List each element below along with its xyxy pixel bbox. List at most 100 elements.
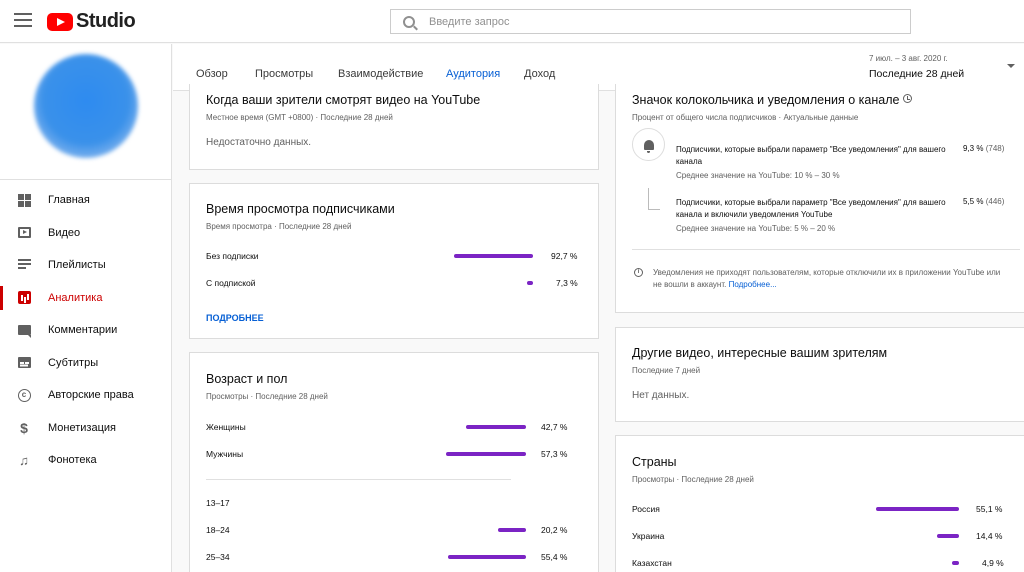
channel-area [0, 44, 171, 180]
row-value: 14,4 % [976, 531, 1003, 541]
row-value: 55,4 % [541, 552, 568, 562]
row-bar [454, 254, 533, 258]
list-item: Казахстан 4,9 % [632, 558, 1012, 570]
sidebar: Главная Видео Плейлисты Аналитика Коммен… [0, 44, 172, 572]
card-title: Страны [632, 455, 677, 469]
row-value: 42,7 % [541, 422, 568, 432]
list-item: Россия 55,1 % [632, 504, 1012, 516]
divider [632, 249, 1020, 250]
music-library-icon: ♫ [19, 452, 29, 468]
info-icon: i [634, 268, 643, 277]
card-title: Возраст и пол [206, 372, 288, 386]
channel-avatar[interactable] [34, 54, 138, 158]
sidebar-item-audio-library[interactable]: ♫ Фонотека [0, 444, 171, 477]
row-label: Украина [632, 531, 665, 541]
list-item: Украина 14,4 % [632, 531, 1012, 543]
sidebar-item-label: Монетизация [48, 421, 116, 434]
row-label: Россия [632, 504, 660, 514]
card-title: Значок колокольчика и уведомления о кана… [632, 93, 900, 107]
row-bar [448, 555, 526, 559]
notification-item: Подписчики, которые выбрали параметр "Вс… [676, 197, 946, 235]
row-value: 55,1 % [976, 504, 1003, 514]
list-item: 13–17 [206, 498, 578, 510]
sidebar-item-label: Главная [48, 194, 90, 207]
notification-pct: 5,5 % [963, 197, 984, 206]
row-bar [951, 561, 959, 565]
card-subtitle: Просмотры · Последние 28 дней [632, 475, 754, 484]
row-value: 7,3 % [556, 278, 578, 288]
sidebar-item-monetization[interactable]: $ Монетизация [0, 412, 171, 445]
more-link[interactable]: ПОДРОБНЕЕ [206, 313, 264, 323]
connector-line [648, 188, 660, 210]
bell-notifications-card: Значок колокольчика и уведомления о кана… [615, 84, 1024, 313]
age-gender-card: Возраст и пол Просмотры · Последние 28 д… [189, 352, 599, 572]
row-label: Без подписки [206, 251, 259, 261]
search-box[interactable] [390, 9, 911, 34]
card-subtitle: Последние 7 дней [632, 366, 701, 375]
search-input[interactable] [429, 15, 869, 28]
menu-icon[interactable] [14, 13, 32, 27]
top-bar: Studio [0, 0, 1024, 43]
row-bar [466, 425, 526, 429]
logo-text: Studio [76, 10, 136, 32]
bell-icon [643, 139, 654, 153]
sidebar-item-label: Субтитры [48, 356, 99, 369]
notification-value: 5,5 % (446) [963, 197, 1004, 206]
youtube-logo-icon [47, 12, 73, 31]
row-label: Мужчины [206, 449, 244, 459]
empty-message: Недостаточно данных. [206, 137, 312, 148]
notification-pct: 9,3 % [963, 144, 984, 153]
clock-icon[interactable] [903, 94, 913, 103]
list-item: 25–34 55,4 % [206, 552, 578, 564]
notification-average: Среднее значение на YouTube: 10 % – 30 % [676, 171, 840, 180]
sidebar-item-label: Фонотека [48, 454, 97, 467]
sidebar-item-dashboard[interactable]: Главная [0, 184, 171, 217]
row-value: 20,2 % [541, 525, 568, 535]
card-subtitle: Просмотры · Последние 28 дней [206, 392, 328, 401]
sidebar-item-analytics[interactable]: Аналитика [0, 282, 171, 315]
empty-message: Нет данных. [632, 390, 690, 401]
studio-logo[interactable]: Studio [47, 10, 136, 33]
list-item: Женщины 42,7 % [206, 422, 578, 434]
date-range-dates: 7 июл. – 3 авг. 2020 г. [869, 54, 948, 63]
list-item: Без подписки 92,7 % [206, 251, 578, 263]
chevron-down-icon[interactable] [1007, 64, 1015, 68]
sidebar-nav: Главная Видео Плейлисты Аналитика Коммен… [0, 180, 171, 477]
date-range-picker[interactable]: 7 июл. – 3 авг. 2020 г. Последние 28 дне… [869, 54, 964, 80]
sidebar-item-playlists[interactable]: Плейлисты [0, 249, 171, 282]
note-more-link[interactable]: Подробнее... [729, 280, 777, 289]
analytics-icon [17, 291, 31, 305]
card-title: Другие видео, интересные вашим зрителям [632, 346, 888, 360]
row-value: 57,3 % [541, 449, 568, 459]
card-title-row: Значок колокольчика и уведомления о кана… [632, 93, 913, 107]
subtitles-icon [17, 356, 31, 370]
date-range-label: Последние 28 дней [869, 68, 965, 80]
when-watching-card: Когда ваши зрители смотрят видео на YouT… [189, 84, 599, 170]
row-label: 18–24 [206, 525, 230, 535]
playlist-icon [17, 258, 31, 272]
notification-text: Подписчики, которые выбрали параметр "Вс… [676, 145, 946, 166]
sidebar-item-label: Плейлисты [48, 259, 106, 272]
sidebar-item-label: Видео [48, 226, 81, 239]
list-item: Мужчины 57,3 % [206, 449, 578, 461]
notification-item: Подписчики, которые выбрали параметр "Вс… [676, 144, 946, 182]
bell-badge [632, 128, 665, 161]
notification-count: (446) [985, 197, 1005, 206]
row-label: С подпиской [206, 278, 256, 288]
row-label: Женщины [206, 422, 246, 432]
notification-average: Среднее значение на YouTube: 5 % – 20 % [676, 224, 836, 233]
row-bar [876, 507, 959, 511]
row-label: Казахстан [632, 558, 672, 568]
sidebar-item-label: Аналитика [48, 291, 103, 304]
countries-card: Страны Просмотры · Последние 28 дней Рос… [615, 435, 1024, 572]
sidebar-item-comments[interactable]: Комментарии [0, 314, 171, 347]
notification-note: Уведомления не приходят пользователям, к… [653, 267, 1003, 290]
dollar-icon: $ [20, 419, 28, 436]
sidebar-item-label: Комментарии [48, 324, 118, 337]
sidebar-item-copyright[interactable]: c Авторские права [0, 379, 171, 412]
sidebar-item-video[interactable]: Видео [0, 217, 171, 250]
sidebar-item-subtitles[interactable]: Субтитры [0, 347, 171, 380]
row-bar [445, 452, 526, 456]
card-subtitle: Время просмотра · Последние 28 дней [206, 222, 352, 231]
subscriber-watch-time-card: Время просмотра подписчиками Время просм… [189, 183, 599, 339]
